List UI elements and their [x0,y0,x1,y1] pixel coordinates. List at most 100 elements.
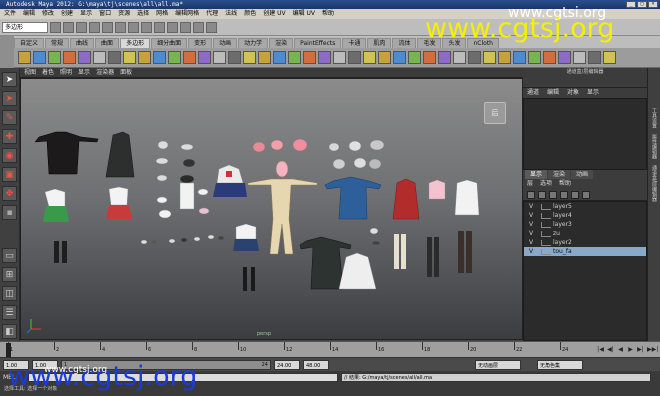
shelf-tab[interactable]: 曲线 [70,38,95,48]
shelf-tab[interactable]: 细分曲面 [151,38,188,48]
viewport-menu-view[interactable]: 视图 [24,68,36,77]
ipr-render-icon[interactable] [193,21,204,33]
menu-display[interactable]: 显示 [80,9,92,19]
layout-two-icon[interactable]: ◫ [2,286,17,301]
shelf-tab[interactable]: 动力学 [238,38,269,48]
shelf-tool-icon[interactable] [318,51,331,64]
menu-modify[interactable]: 修改 [42,9,54,19]
shelf-tab[interactable]: PaintEffects [294,38,342,48]
menu-edit-uv[interactable]: 编辑 UV [293,9,315,19]
side-tab-tool-settings[interactable]: 工具设置 [651,108,658,128]
channel-menu-show[interactable]: 显示 [587,88,599,98]
layer-tool-icon[interactable] [527,191,535,199]
layer-row[interactable]: Vlayer3 [524,220,646,229]
character-set-dropdown[interactable]: 无角色集 [537,359,583,370]
shelf-tool-icon[interactable] [483,51,496,64]
paint-select-icon[interactable]: ✎ [2,110,17,125]
layer-tool-icon[interactable] [538,191,546,199]
menu-create-uv[interactable]: 创建 UV [263,9,285,19]
shelf-tab-polygons[interactable]: 多边形 [120,38,151,48]
playback-end-field[interactable]: 24.00 [274,359,300,370]
shelf-tool-icon[interactable] [573,51,586,64]
layer-tool-icon[interactable] [571,191,579,199]
layer-tool-icon[interactable] [549,191,557,199]
menu-set-dropdown[interactable]: 多边形 [2,21,48,33]
shelf-tool-icon[interactable] [93,51,106,64]
viewport-menu-lighting[interactable]: 照明 [60,68,72,77]
tab-anim[interactable]: 动画 [571,170,594,179]
viewport-menu-shading[interactable]: 着色 [42,68,54,77]
open-scene-icon[interactable] [63,21,74,33]
shelf-tool-icon[interactable] [48,51,61,64]
layer-tool-icon[interactable] [560,191,568,199]
menu-proxy[interactable]: 代理 [206,9,218,19]
shelf-tool-icon[interactable] [513,51,526,64]
history-icon[interactable] [167,21,178,33]
select-object-icon[interactable] [102,21,113,33]
lasso-tool-icon[interactable]: ➤ [2,91,17,106]
select-tool-icon[interactable]: ➤ [2,72,17,87]
go-start-button[interactable]: |◀ [597,345,604,354]
time-slider[interactable]: 1 2 4 6 8 10 12 14 16 18 20 22 24 |◀ ◀| ◀ ▶ ▶| ▶▶| [0,341,660,357]
channel-menu-edit[interactable]: 编辑 [547,88,559,98]
shelf-tool-icon[interactable] [198,51,211,64]
scale-tool-icon[interactable]: ▣ [2,167,17,182]
layer-row-selected[interactable]: Vtou_fa [524,247,646,256]
render-settings-icon[interactable] [206,21,217,33]
layout-single-icon[interactable]: ▭ [2,248,17,263]
menu-edit-mesh[interactable]: 编辑网格 [175,9,199,19]
layout-outliner-icon[interactable]: ☰ [2,305,17,320]
menu-help[interactable]: 帮助 [322,9,334,19]
shelf-tool-icon[interactable] [258,51,271,64]
shelf-tab[interactable]: 常规 [45,38,70,48]
shelf-tool-icon[interactable] [423,51,436,64]
shelf-tool-icon[interactable] [18,51,31,64]
shelf-tool-icon[interactable] [183,51,196,64]
shelf-tool-icon[interactable] [453,51,466,64]
help-menu[interactable]: 帮助 [559,179,571,189]
layout-graph-icon[interactable]: ◧ [2,324,17,339]
shelf-tool-icon[interactable] [303,51,316,64]
select-hierarchy-icon[interactable] [89,21,100,33]
shelf-tool-icon[interactable] [363,51,376,64]
play-forward-button[interactable]: ▶ [627,345,634,354]
current-time-indicator[interactable] [6,343,11,357]
save-scene-icon[interactable] [76,21,87,33]
shelf-tab[interactable]: 自定义 [14,38,45,48]
shelf-tab[interactable]: 卡通 [342,38,367,48]
layers-menu[interactable]: 层 [527,179,533,189]
shelf-tool-icon[interactable] [168,51,181,64]
channel-menu-channels[interactable]: 通道 [527,88,539,98]
shelf-tool-icon[interactable] [408,51,421,64]
tab-display[interactable]: 显示 [525,170,548,179]
shelf-tool-icon[interactable] [153,51,166,64]
viewport-menu-renderer[interactable]: 渲染器 [96,68,114,77]
shelf-tool-icon[interactable] [288,51,301,64]
shelf-tool-icon[interactable] [588,51,601,64]
shelf-tool-icon[interactable] [213,51,226,64]
close-button[interactable]: × [648,1,658,8]
options-menu[interactable]: 选项 [540,179,552,189]
viewport-menu-show[interactable]: 显示 [78,68,90,77]
menu-create[interactable]: 创建 [61,9,73,19]
shelf-tool-icon[interactable] [468,51,481,64]
snap-point-icon[interactable] [154,21,165,33]
step-forward-button[interactable]: ▶| [637,345,644,354]
layer-row[interactable]: Vlayer2 [524,238,646,247]
side-tab-attribute-editor[interactable]: 属性编辑器 [651,134,658,159]
side-tab-channel-box[interactable]: 通道盒/层编辑器 [651,165,658,202]
shelf-tool-icon[interactable] [558,51,571,64]
rotate-tool-icon[interactable]: ◉ [2,148,17,163]
viewport-menu-panels[interactable]: 面板 [120,68,132,77]
layer-row[interactable]: Vlayer5 [524,202,646,211]
shelf-tool-icon[interactable] [123,51,136,64]
layer-row[interactable]: Vlayer4 [524,211,646,220]
shelf-tool-icon[interactable] [333,51,346,64]
shelf-tool-icon[interactable] [393,51,406,64]
shelf-tab[interactable]: 曲面 [95,38,120,48]
layout-four-icon[interactable]: ⊞ [2,267,17,282]
select-component-icon[interactable] [115,21,126,33]
layer-row[interactable]: Vzu [524,229,646,238]
shelf-tab[interactable]: 渲染 [269,38,294,48]
play-back-button[interactable]: ◀ [617,345,624,354]
